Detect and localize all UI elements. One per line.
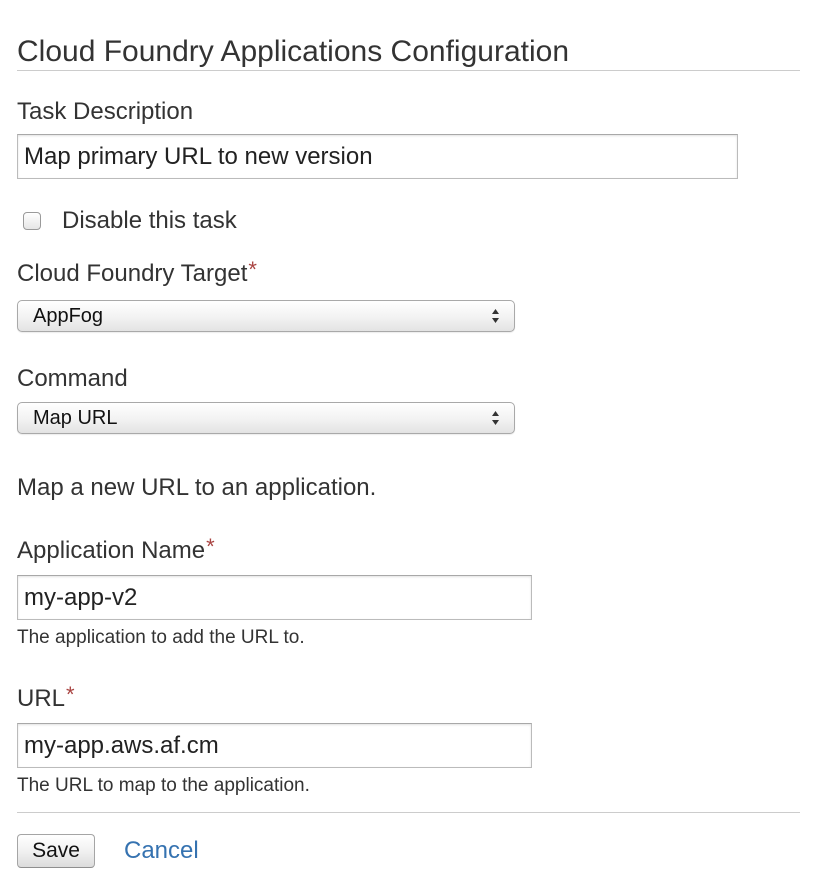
up-down-arrows-icon xyxy=(492,411,499,425)
application-name-label: Application Name* xyxy=(17,534,215,566)
required-marker: * xyxy=(206,534,215,559)
target-select-value: AppFog xyxy=(33,305,104,327)
title-divider xyxy=(17,70,800,71)
up-down-arrows-icon xyxy=(492,309,499,323)
task-description-label: Task Description xyxy=(17,97,193,127)
command-select[interactable]: Map URL xyxy=(17,402,515,434)
required-marker: * xyxy=(248,257,257,282)
command-label: Command xyxy=(17,364,128,394)
task-description-label-text: Task Description xyxy=(17,98,194,125)
command-label-text: Command xyxy=(17,365,128,392)
cancel-link[interactable]: Cancel xyxy=(124,836,199,866)
url-label-text: URL xyxy=(17,685,66,712)
url-label: URL* xyxy=(17,682,75,714)
application-name-label-text: Application Name xyxy=(17,537,206,564)
target-label: Cloud Foundry Target* xyxy=(17,257,257,289)
required-marker: * xyxy=(66,682,75,707)
actions-divider xyxy=(17,812,800,813)
save-button[interactable]: Save xyxy=(17,834,95,868)
disable-task-checkbox[interactable] xyxy=(23,212,41,230)
url-help: The URL to map to the application. xyxy=(17,775,310,796)
task-description-input[interactable] xyxy=(17,134,738,179)
application-name-input[interactable] xyxy=(17,575,532,620)
disable-task-row[interactable]: Disable this task xyxy=(23,205,237,237)
command-select-value: Map URL xyxy=(33,407,118,429)
disable-task-label: Disable this task xyxy=(62,207,237,234)
page-title: Cloud Foundry Applications Configuration xyxy=(17,35,569,68)
command-description: Map a new URL to an application. xyxy=(17,474,377,501)
url-input[interactable] xyxy=(17,723,532,768)
target-select[interactable]: AppFog xyxy=(17,300,515,332)
target-label-text: Cloud Foundry Target xyxy=(17,260,248,287)
application-name-help: The application to add the URL to. xyxy=(17,627,305,648)
